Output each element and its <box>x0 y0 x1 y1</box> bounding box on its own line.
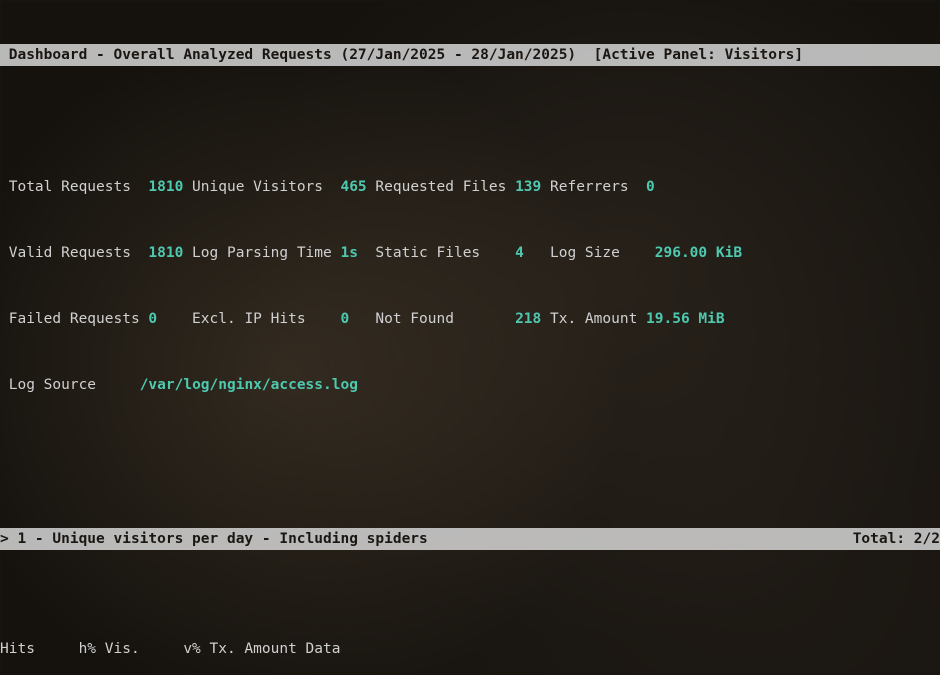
stats-row-3: Failed Requests 0 Excl. IP Hits 0 Not Fo… <box>0 308 940 330</box>
log-parse-label: Log Parsing Time <box>183 245 340 261</box>
blank-line <box>0 440 940 462</box>
panel-visitors-header[interactable]: > 1 - Unique visitors per day - Includin… <box>0 528 940 550</box>
panel-visitors-columns: Hits h% Vis. v% Tx. Amount Data <box>0 638 940 660</box>
log-source-value: /var/log/nginx/access.log <box>140 377 358 393</box>
failed-requests-label: Failed Requests <box>0 311 148 327</box>
excl-ip-label: Excl. IP Hits <box>157 311 340 327</box>
panel-visitors-title: > 1 - Unique visitors per day - Includin… <box>0 531 428 547</box>
referrers-label: Referrers <box>541 179 646 195</box>
valid-requests-label: Valid Requests <box>0 245 148 261</box>
unique-visitors-value: 465 <box>340 179 366 195</box>
stats-row-2: Valid Requests 1810 Log Parsing Time 1s … <box>0 242 940 264</box>
panel-visitors-total: Total: 2/2 <box>853 528 940 550</box>
dashboard-header: Dashboard - Overall Analyzed Requests (2… <box>0 44 940 66</box>
tx-amount-label: Tx. Amount <box>541 311 646 327</box>
valid-requests-value: 1810 <box>148 245 183 261</box>
requested-files-value: 139 <box>515 179 541 195</box>
log-parse-value: 1s <box>340 245 357 261</box>
failed-requests-value: 0 <box>148 311 157 327</box>
referrers-value: 0 <box>646 179 655 195</box>
tx-amount-value: 19.56 MiB <box>646 311 725 327</box>
unique-visitors-label: Unique Visitors <box>183 179 340 195</box>
blank-line <box>0 594 940 616</box>
terminal-root: Dashboard - Overall Analyzed Requests (2… <box>0 0 940 675</box>
excl-ip-value: 0 <box>340 311 349 327</box>
total-requests-value: 1810 <box>148 179 183 195</box>
total-requests-label: Total Requests <box>0 179 148 195</box>
static-files-value: 4 <box>515 245 524 261</box>
log-size-label: Log Size <box>524 245 655 261</box>
log-size-value: 296.00 KiB <box>655 245 742 261</box>
requested-files-label: Requested Files <box>367 179 515 195</box>
stats-row-4: Log Source /var/log/nginx/access.log <box>0 374 940 396</box>
not-found-label: Not Found <box>349 311 515 327</box>
stats-row-1: Total Requests 1810 Unique Visitors 465 … <box>0 176 940 198</box>
log-source-label: Log Source <box>0 377 140 393</box>
blank-line <box>0 88 940 110</box>
static-files-label: Static Files <box>358 245 515 261</box>
not-found-value: 218 <box>515 311 541 327</box>
